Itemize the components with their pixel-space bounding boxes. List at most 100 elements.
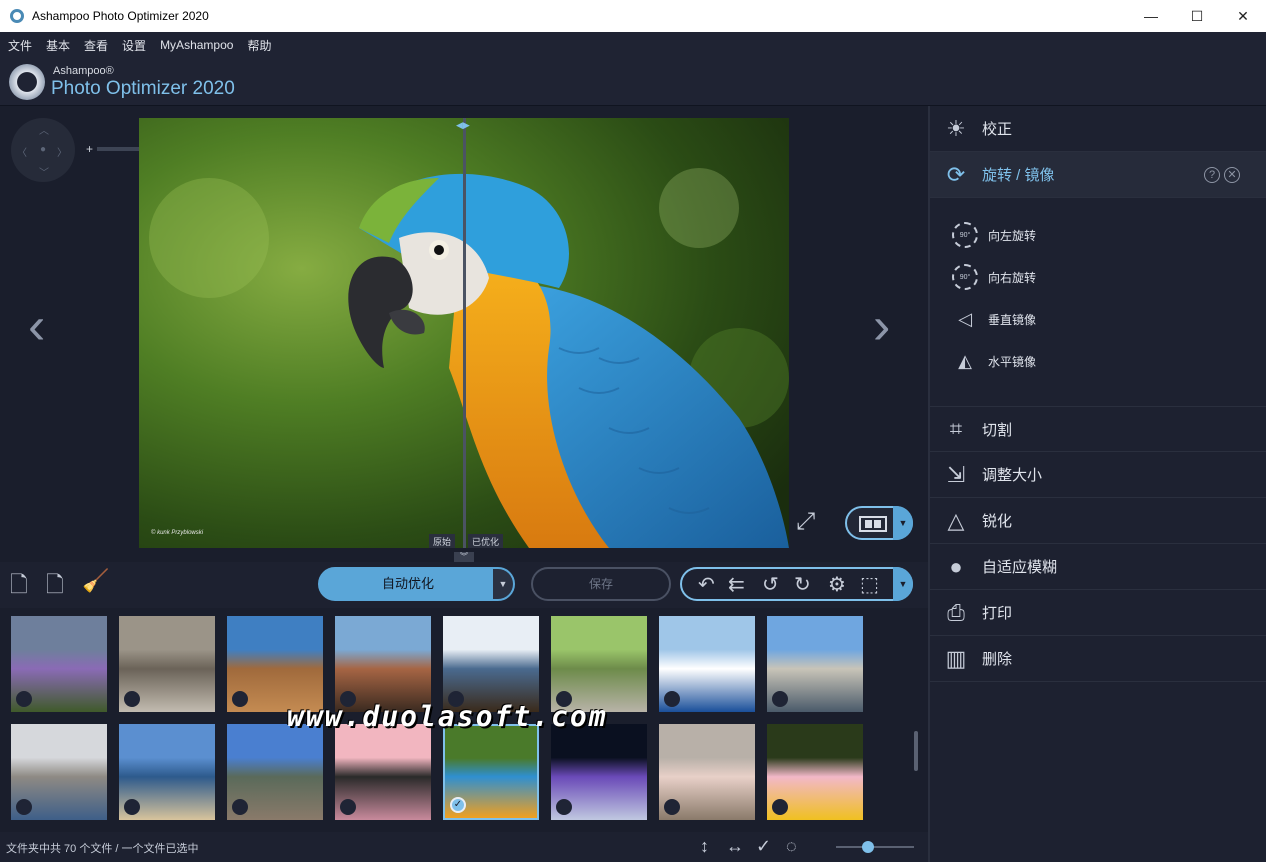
panel-item-rotate-mirror[interactable]: ⟳ 旋转 / 镜像 ? ✕ <box>930 152 1266 198</box>
panel-item-sharpen[interactable]: △ 锐化 <box>930 498 1266 544</box>
panel-item-label: 校正 <box>982 121 1013 138</box>
brand-product: Photo Optimizer 2020 <box>51 78 235 99</box>
save-button[interactable]: 保存 <box>531 567 671 601</box>
sub-item-label: 水平镜像 <box>988 354 1037 369</box>
unchecked-circle-icon[interactable] <box>16 799 32 815</box>
title-bar: Ashampoo Photo Optimizer 2020 — ☐ ✕ <box>0 0 1266 32</box>
thumb-greek-horses[interactable] <box>443 616 539 712</box>
rotate-icon: ⟳ <box>946 161 966 187</box>
select-all-icon[interactable]: ✓ <box>756 836 771 857</box>
unchecked-circle-icon[interactable] <box>232 691 248 707</box>
quick-actions-group: ↶ ⇇ ↺ ↻ ⚙ ⬚ ▼ <box>680 567 913 601</box>
panel-item-crop[interactable]: ⌗ 切割 <box>930 406 1266 452</box>
thumb-monkeys[interactable] <box>119 616 215 712</box>
close-section-icon[interactable]: ✕ <box>1224 166 1240 183</box>
checked-circle-icon[interactable]: ✓ <box>450 797 466 813</box>
pan-down-icon[interactable]: ﹀ <box>39 164 49 179</box>
compare-split-line[interactable] <box>463 118 466 548</box>
trash-icon: ▥ <box>945 645 967 671</box>
help-icon[interactable]: ? <box>1204 166 1220 183</box>
thumb-palm-sunset[interactable] <box>335 724 431 820</box>
flip-horizontal-button[interactable]: ◭ 水平镜像 <box>952 344 1232 378</box>
actions-dropdown-icon[interactable]: ▼ <box>893 567 913 601</box>
thumb-piglet[interactable] <box>659 724 755 820</box>
unchecked-circle-icon[interactable] <box>124 799 140 815</box>
panel-item-adaptive-blur[interactable]: ● 自适应模糊 <box>930 544 1266 590</box>
menu-settings[interactable]: 设置 <box>122 37 146 54</box>
compare-view-toggle[interactable]: ▼ <box>845 506 913 540</box>
thumb-green-truck[interactable] <box>227 724 323 820</box>
menu-file[interactable]: 文件 <box>8 37 32 54</box>
view-dropdown-arrow-icon[interactable]: ▼ <box>893 506 913 540</box>
menu-basic[interactable]: 基本 <box>46 37 70 54</box>
unchecked-circle-icon[interactable] <box>556 799 572 815</box>
unchecked-circle-icon[interactable] <box>340 799 356 815</box>
pan-center-icon[interactable]: ● <box>40 144 46 155</box>
thumb-parrot[interactable]: ✓ <box>443 724 539 820</box>
thumbnail-size-slider[interactable] <box>836 841 914 853</box>
thumb-blue-car[interactable] <box>119 724 215 820</box>
prev-image-arrow-icon[interactable]: ‹ <box>28 296 45 356</box>
pan-joystick[interactable]: ︿ ﹀ 〈 〉 ● <box>11 118 75 182</box>
unchecked-circle-icon[interactable] <box>772 691 788 707</box>
thumb-old-truck[interactable] <box>767 616 863 712</box>
auto-optimize-button[interactable]: 自动优化 ▼ <box>318 567 515 601</box>
settings-gear-icon[interactable]: ⚙ <box>828 572 846 597</box>
menu-help[interactable]: 帮助 <box>247 37 271 54</box>
auto-optimize-dropdown-icon[interactable]: ▼ <box>493 569 513 599</box>
undo-icon[interactable]: ↶ <box>698 572 715 597</box>
unchecked-circle-icon[interactable] <box>16 691 32 707</box>
collapse-viewer-icon[interactable]: ︾ <box>454 552 474 562</box>
unchecked-circle-icon[interactable] <box>664 691 680 707</box>
thumb-donkey-pack[interactable] <box>335 616 431 712</box>
brand-company: Ashampoo® <box>53 65 114 77</box>
vertical-fit-icon[interactable]: ↕ <box>700 836 709 857</box>
minimize-button[interactable]: — <box>1128 0 1174 32</box>
pan-left-icon[interactable]: 〈 <box>17 144 27 159</box>
menu-view[interactable]: 查看 <box>84 37 108 54</box>
flip-vertical-button[interactable]: ◁ 垂直镜像 <box>952 302 1232 336</box>
fullscreen-expand-icon[interactable]: ⤢ <box>796 508 815 536</box>
pan-up-icon[interactable]: ︿ <box>39 122 49 137</box>
split-handle-icon[interactable]: ◀▶ <box>456 120 470 131</box>
panel-item-resize[interactable]: ⇲ 调整大小 <box>930 452 1266 498</box>
thumb-pink-flower[interactable] <box>767 724 863 820</box>
quick-rotate-right-icon[interactable]: ↻ <box>794 572 811 597</box>
window-controls: — ☐ ✕ <box>1128 0 1266 32</box>
thumbnail-size-knob[interactable] <box>862 841 875 853</box>
add-file-icon[interactable]: 🗋 <box>10 568 28 606</box>
thumb-towers-night[interactable] <box>551 724 647 820</box>
horizontal-fit-icon[interactable]: ↔ <box>726 836 744 857</box>
next-image-arrow-icon[interactable]: › <box>873 296 890 356</box>
thumb-path-trees[interactable] <box>551 616 647 712</box>
maximize-button[interactable]: ☐ <box>1174 0 1220 32</box>
close-button[interactable]: ✕ <box>1220 0 1266 32</box>
rotate-left-button[interactable]: 90° 向左旋转 <box>952 218 1232 252</box>
unchecked-circle-icon[interactable] <box>124 691 140 707</box>
thumb-colonial-building[interactable] <box>11 724 107 820</box>
clean-broom-icon[interactable]: 🧹 <box>82 568 109 594</box>
thumbnail-scrollbar[interactable] <box>914 616 918 826</box>
rotate-right-button[interactable]: 90° 向右旋转 <box>952 260 1232 294</box>
crop-icon: ⌗ <box>949 416 963 441</box>
selection-icon[interactable]: ⬚ <box>860 572 879 597</box>
undo-all-icon[interactable]: ⇇ <box>728 572 745 597</box>
unchecked-circle-icon[interactable] <box>664 799 680 815</box>
add-folder-icon[interactable]: 🗋 <box>46 568 64 606</box>
thumb-horses-desert[interactable] <box>227 616 323 712</box>
unchecked-circle-icon[interactable] <box>772 799 788 815</box>
panel-item-correction[interactable]: ☀ 校正 <box>930 106 1266 152</box>
scrollbar-thumb[interactable] <box>914 731 918 771</box>
panel-item-delete[interactable]: ▥ 删除 <box>930 636 1266 682</box>
thumb-village-flowers[interactable] <box>11 616 107 712</box>
quick-rotate-left-icon[interactable]: ↺ <box>762 572 779 597</box>
zoom-in-icon[interactable]: + <box>86 142 93 156</box>
resize-icon: ⇲ <box>946 461 966 487</box>
ashampoo-logo-icon <box>9 64 45 100</box>
deselect-icon[interactable]: ◌ <box>786 836 797 857</box>
panel-item-print[interactable]: ⎙ 打印 <box>930 590 1266 636</box>
menu-myashampoo[interactable]: MyAshampoo <box>160 38 233 52</box>
thumb-blue-dome[interactable] <box>659 616 755 712</box>
unchecked-circle-icon[interactable] <box>232 799 248 815</box>
pan-right-icon[interactable]: 〉 <box>57 144 67 159</box>
